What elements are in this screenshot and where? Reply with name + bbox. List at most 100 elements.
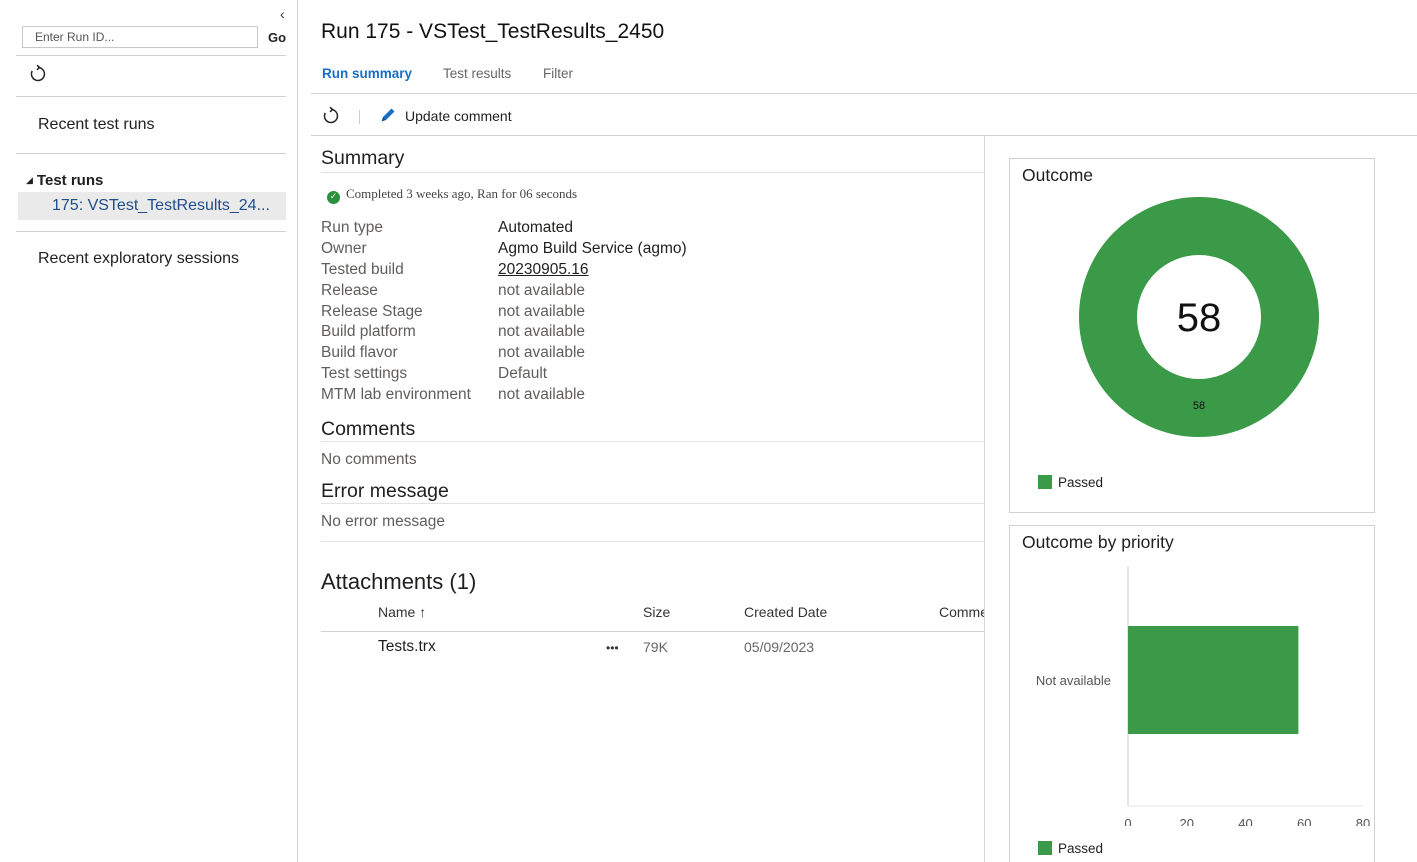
outcome-legend: Passed [1038,475,1103,490]
legend-label: Passed [1058,841,1104,856]
x-tick-label: 40 [1238,816,1252,826]
outcome-donut-chart: 58 58 [1079,197,1319,437]
test-runs-tree-header[interactable]: ◢ Test runs [26,172,103,189]
pencil-icon [381,108,395,122]
recent-exploratory-sessions-link[interactable]: Recent exploratory sessions [38,250,239,268]
priority-legend: Passed [1038,841,1103,856]
field-value: Default [498,365,548,383]
tabs-divider [311,93,1417,94]
attachment-created-date: 05/09/2023 [744,639,815,655]
field-key: MTM lab environment [321,386,471,404]
run-status: ✓ Completed 3 weeks ago, Ran for 06 secon… [327,186,577,204]
error-message-text: No error message [321,513,446,530]
section-divider [321,172,984,173]
column-header-name[interactable]: Name ↑ [378,604,426,620]
section-divider [321,441,984,442]
check-circle-icon: ✓ [327,191,340,204]
outcome-card: Outcome 58 58 Passed [1009,158,1375,513]
legend-swatch [1038,841,1052,855]
priority-chart-title: Outcome by priority [1022,532,1174,552]
field-row: Run type Automated [321,219,781,240]
field-key: Release [321,281,378,299]
bar-not-available [1128,626,1299,734]
x-tick-label: 80 [1356,816,1370,826]
recent-test-runs-link[interactable]: Recent test runs [38,116,155,134]
tested-build-link[interactable]: 20230905.16 [498,261,589,279]
outcome-chart-title: Outcome [1022,165,1093,185]
section-divider [321,503,984,504]
divider [16,153,286,154]
column-header-size[interactable]: Size [643,604,670,620]
x-tick-label: 0 [1124,816,1131,826]
field-value: not available [498,323,586,341]
legend-swatch [1038,475,1052,489]
summary-heading: Summary [321,147,405,169]
field-key: Release Stage [321,302,423,320]
field-row: MTM lab environment not available [321,386,781,407]
field-row: Tested build 20230905.16 [321,261,781,282]
field-key: Build flavor [321,344,398,362]
donut-center-value: 58 [1177,296,1222,340]
tree-item-selected-run[interactable]: 175: VSTest_TestResults_24... [18,192,286,220]
tab-run-summary[interactable]: Run summary [322,66,412,81]
field-key: Run type [321,219,384,236]
left-pane: ‹ Go Recent test runs ◢Test runs 175: VS… [0,0,298,862]
attachment-size: 79K [643,639,668,655]
field-value: not available [498,386,586,404]
field-row: Build flavor not available [321,344,781,365]
attachments-title: Attachments (1) [321,569,477,594]
field-row: Build platform not available [321,323,781,344]
field-row: Release Stage not available [321,303,781,324]
go-button[interactable]: Go [268,30,286,45]
x-tick-label: 60 [1297,816,1311,826]
tab-test-results[interactable]: Test results [443,66,511,81]
field-key: Tested build [321,260,404,278]
toolbar-divider [311,135,1417,136]
field-value: not available [498,281,586,299]
column-header-comment[interactable]: Comme [939,604,984,620]
field-value: not available [498,344,586,362]
run-id-row: Go [22,26,290,50]
divider [16,55,286,56]
field-key: Owner [321,239,367,257]
tab-filter[interactable]: Filter [543,66,573,81]
divider [16,231,286,232]
summary-fields: Run type Automated Owner Agmo Build Serv… [321,219,781,407]
refresh-icon[interactable] [28,64,48,84]
comments-heading: Comments [321,418,416,440]
column-header-created-date[interactable]: Created Date [744,604,827,620]
comments-text: No comments [321,451,417,468]
field-value: not available [498,302,586,320]
refresh-icon[interactable] [321,106,341,126]
test-runs-label: Test runs [36,172,104,189]
expand-triangle-icon: ◢ [26,175,33,185]
toolbar: Update comment [311,100,1417,134]
update-comment-label: Update comment [405,108,512,124]
category-label: Not available [1036,673,1111,688]
section-divider [321,541,984,542]
field-row: Owner Agmo Build Service (agmo) [321,240,781,261]
more-actions-icon[interactable]: ••• [606,641,619,655]
divider [16,96,286,97]
outcome-by-priority-card: Outcome by priority 0 20 40 60 80 Not availab… [1009,525,1375,862]
donut-data-label: 58 [1193,400,1205,412]
page-title: Run 175 - VSTest_TestResults_2450 [321,20,665,43]
field-row: Release not available [321,282,781,303]
field-value: Agmo Build Service (agmo) [498,239,687,257]
x-tick-label: 20 [1180,816,1194,826]
legend-label: Passed [1058,475,1104,490]
attachment-name[interactable]: Tests.trx [378,638,436,656]
panel-divider [984,136,985,862]
table-header-divider [321,631,984,632]
outcome-by-priority-chart: 0 20 40 60 80 Not available [1036,566,1370,826]
toolbar-separator [359,110,360,124]
run-id-input[interactable] [22,26,258,48]
field-key: Test settings [321,365,408,383]
run-status-text: Completed 3 weeks ago, Ran for 06 second… [346,186,578,201]
error-message-heading: Error message [321,480,449,502]
collapse-pane-icon[interactable]: ‹ [280,6,285,22]
field-key: Build platform [321,323,416,341]
field-row: Test settings Default [321,365,781,386]
selected-run-label: 175: VSTest_TestResults_24... [52,197,270,214]
field-value: Automated [498,219,573,236]
